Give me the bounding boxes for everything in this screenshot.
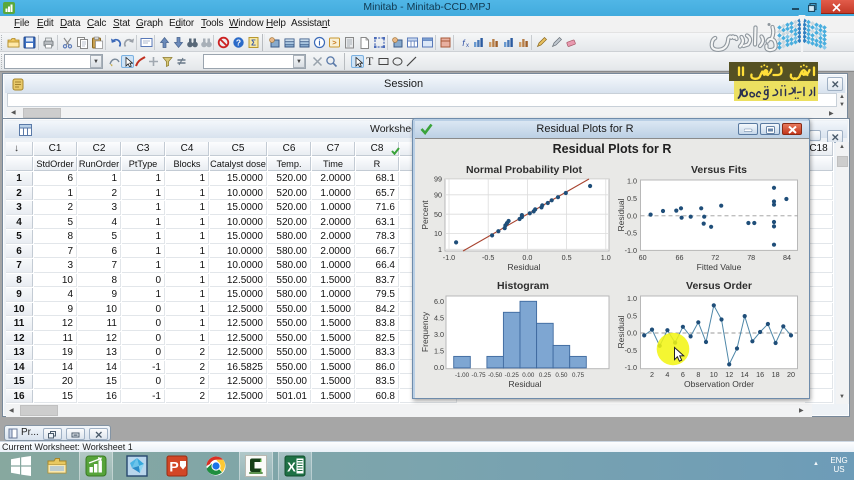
svg-text:0.0: 0.0 — [627, 329, 637, 338]
svg-text:1.0: 1.0 — [627, 177, 637, 186]
svg-text:Residual: Residual — [507, 262, 540, 272]
svg-text:50: 50 — [434, 210, 442, 219]
svg-text:Versus Order: Versus Order — [686, 280, 752, 292]
svg-text:6: 6 — [681, 370, 685, 379]
svg-text:-0.5: -0.5 — [482, 253, 494, 262]
svg-text:1.0: 1.0 — [627, 294, 637, 303]
svg-text:12: 12 — [725, 370, 733, 379]
svg-text:0.0: 0.0 — [522, 253, 532, 262]
svg-text:1.0: 1.0 — [601, 253, 611, 262]
svg-text:-1.0: -1.0 — [443, 253, 455, 262]
svg-text:20: 20 — [787, 370, 795, 379]
svg-text:>: > — [332, 38, 337, 47]
svg-text:1: 1 — [438, 245, 442, 254]
svg-text:-0.50: -0.50 — [488, 372, 503, 379]
svg-text:90: 90 — [434, 190, 442, 199]
svg-text:0.50: 0.50 — [555, 372, 568, 379]
svg-text:60: 60 — [639, 253, 647, 262]
svg-text:2: 2 — [650, 370, 654, 379]
svg-text:-0.5: -0.5 — [625, 346, 637, 355]
svg-text:Observation Order: Observation Order — [684, 379, 754, 389]
svg-text:0.75: 0.75 — [572, 372, 585, 379]
svg-text:Residual: Residual — [508, 379, 541, 389]
svg-text:X: X — [287, 460, 296, 475]
svg-text:0.00: 0.00 — [522, 372, 535, 379]
svg-text:66: 66 — [676, 253, 684, 262]
svg-text:-1.0: -1.0 — [625, 246, 637, 255]
svg-text:x: x — [466, 43, 469, 49]
svg-text:14: 14 — [741, 370, 749, 379]
svg-text:i: i — [318, 39, 320, 48]
svg-text:78: 78 — [747, 253, 755, 262]
svg-text:Residual: Residual — [616, 198, 626, 231]
svg-text:Fitted Value: Fitted Value — [697, 262, 742, 272]
svg-text:Percent: Percent — [420, 200, 430, 230]
svg-text:4.5: 4.5 — [434, 313, 444, 322]
svg-text:1.5: 1.5 — [434, 346, 444, 355]
svg-text:Histogram: Histogram — [497, 280, 549, 292]
svg-text:0.5: 0.5 — [627, 194, 637, 203]
svg-text:99: 99 — [434, 175, 442, 184]
svg-text:18: 18 — [772, 370, 780, 379]
svg-text:10: 10 — [434, 229, 442, 238]
svg-text:6.0: 6.0 — [434, 297, 444, 306]
svg-text:10: 10 — [710, 370, 718, 379]
svg-text:4: 4 — [665, 370, 669, 379]
svg-text:Σ: Σ — [251, 39, 256, 48]
svg-text:0.0: 0.0 — [434, 363, 444, 372]
svg-text:0.25: 0.25 — [539, 372, 552, 379]
svg-text:-0.75: -0.75 — [472, 372, 487, 379]
svg-text:0.5: 0.5 — [627, 311, 637, 320]
svg-text:-1.0: -1.0 — [625, 363, 637, 372]
svg-text:3.0: 3.0 — [434, 330, 444, 339]
svg-text:-1.00: -1.00 — [455, 372, 470, 379]
svg-text:84: 84 — [783, 253, 791, 262]
svg-text:8: 8 — [696, 370, 700, 379]
svg-text:-0.25: -0.25 — [505, 372, 520, 379]
svg-text:Frequency: Frequency — [420, 311, 430, 352]
svg-text:Versus Fits: Versus Fits — [691, 164, 747, 176]
svg-text:P: P — [169, 459, 178, 475]
svg-text:16: 16 — [756, 370, 764, 379]
svg-text:0.0: 0.0 — [627, 211, 637, 220]
svg-text:-0.5: -0.5 — [625, 229, 637, 238]
svg-text:72: 72 — [711, 253, 719, 262]
svg-text:?: ? — [236, 38, 241, 48]
svg-text:0.5: 0.5 — [562, 253, 572, 262]
svg-text:Normal Probability Plot: Normal Probability Plot — [466, 164, 583, 176]
svg-text:Residual: Residual — [616, 315, 626, 348]
